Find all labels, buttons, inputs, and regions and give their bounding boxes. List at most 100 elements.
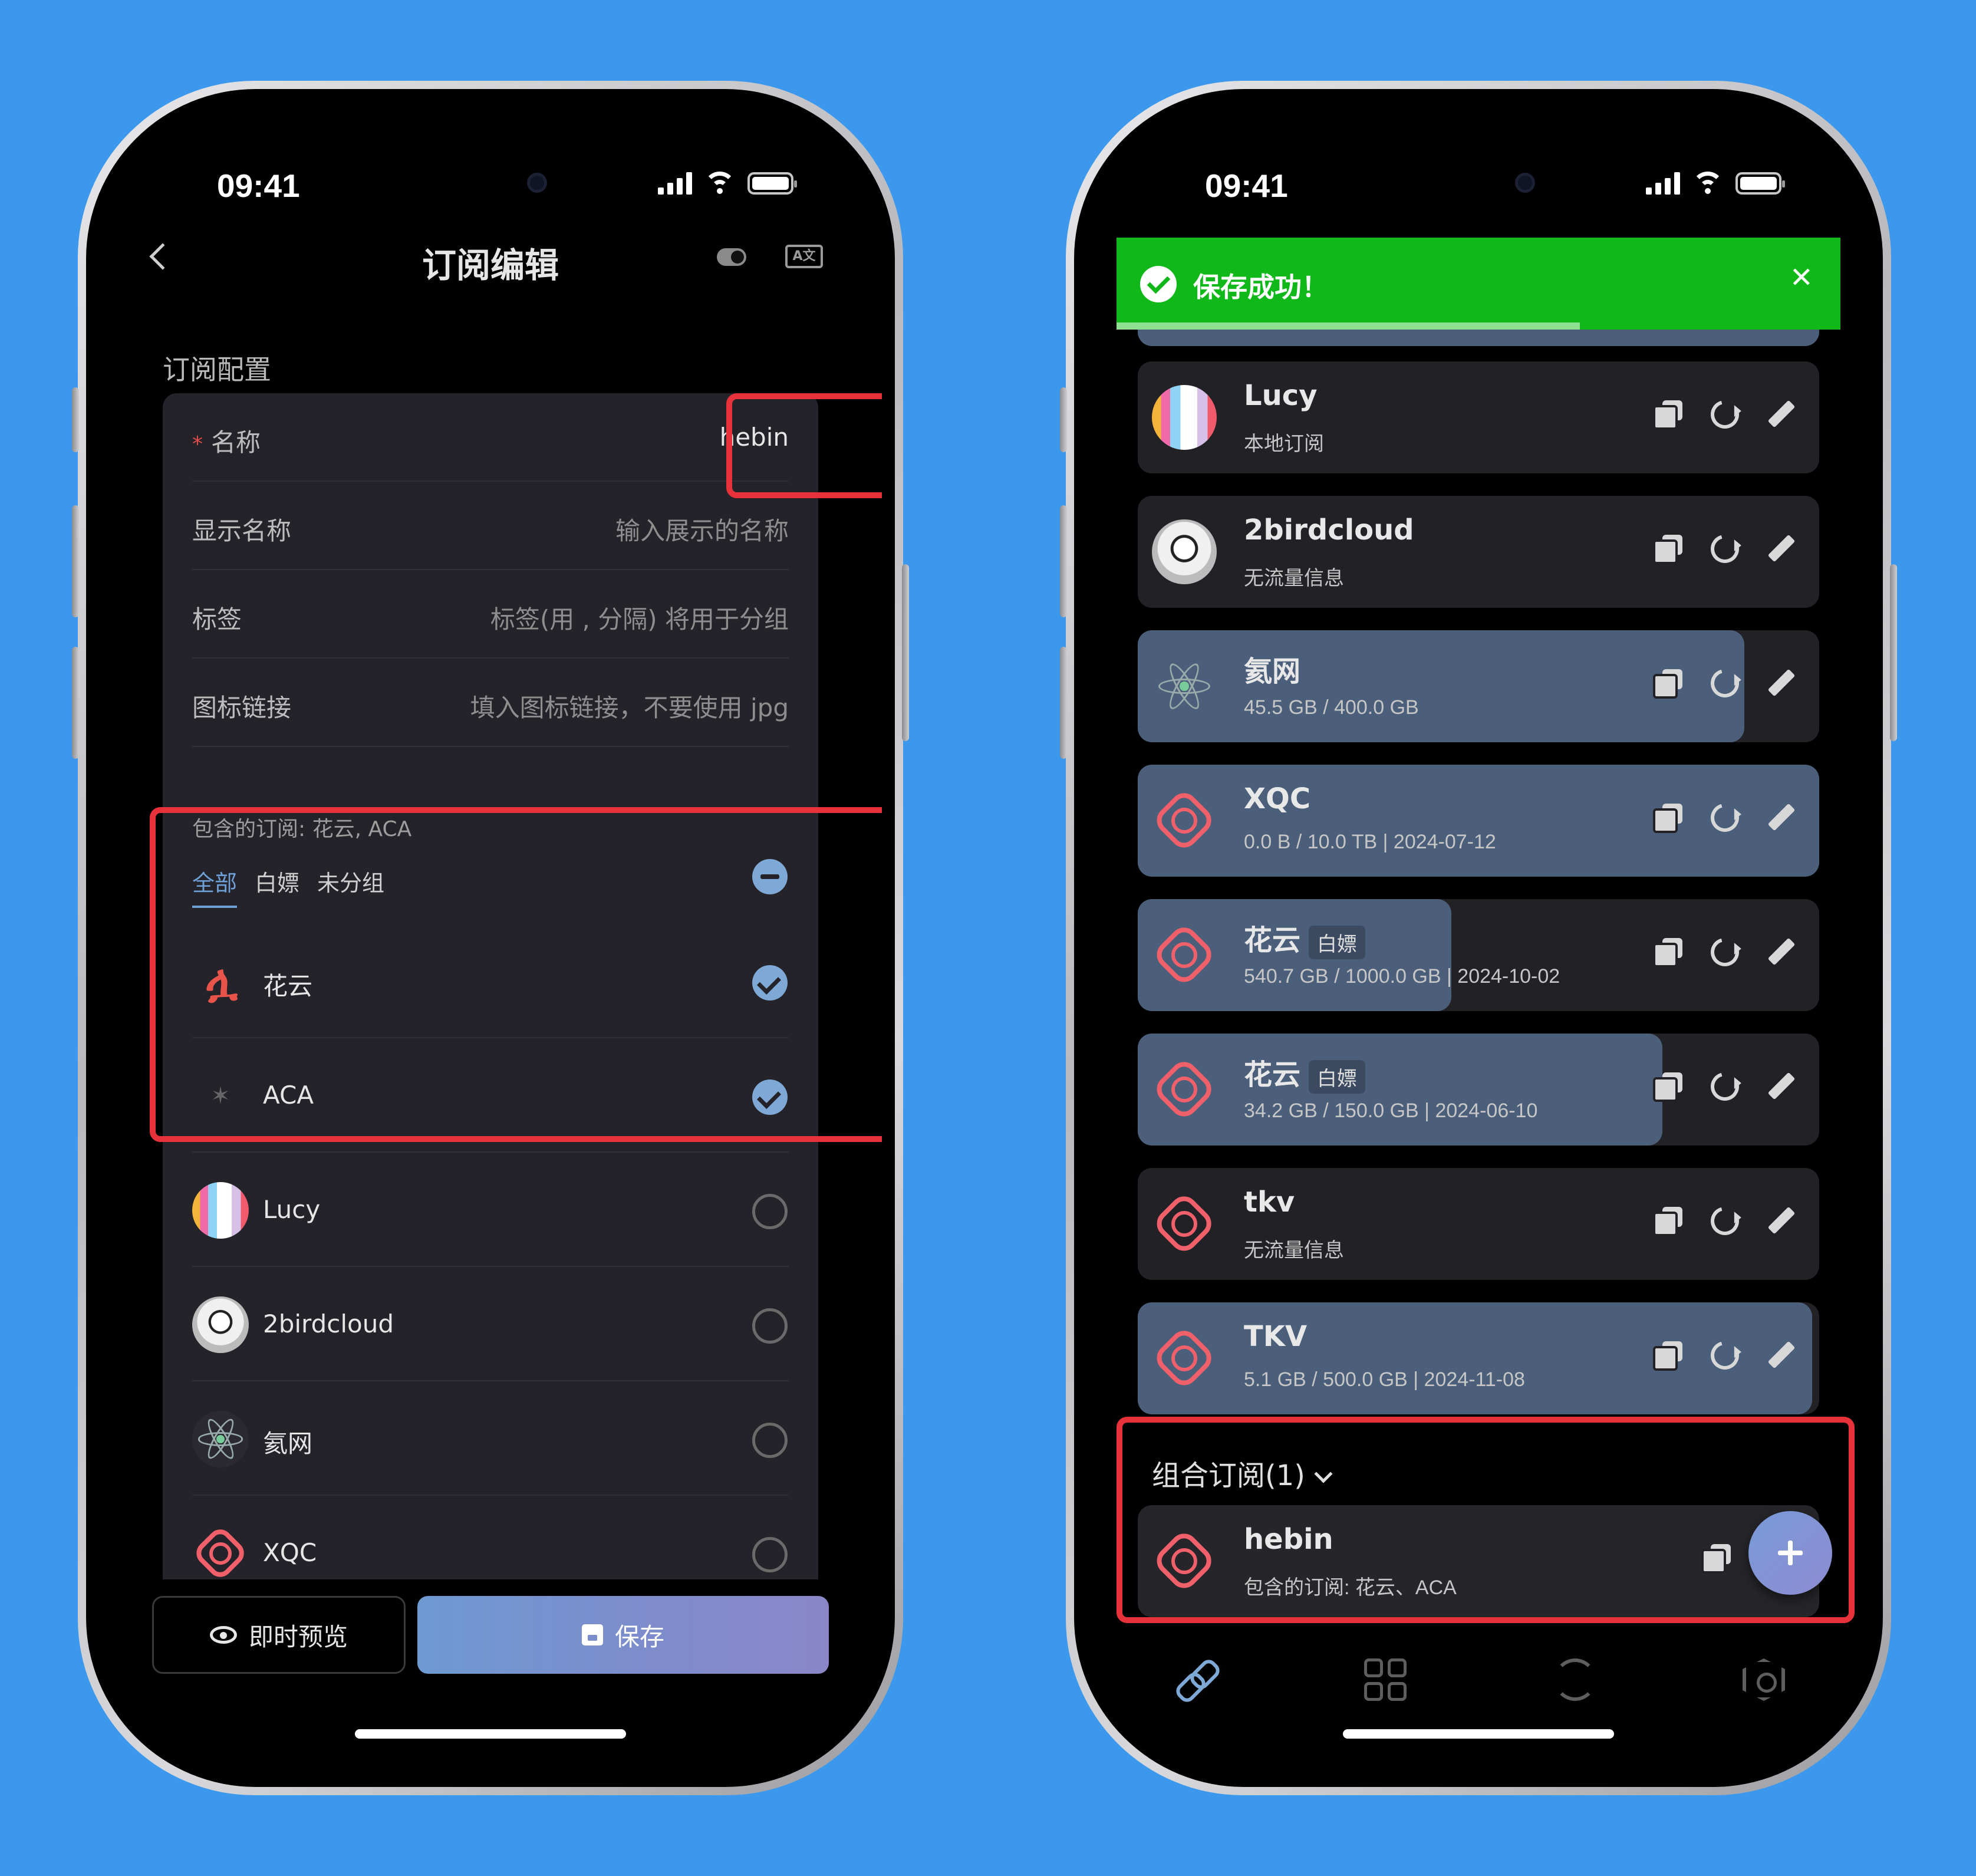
apps-grid-icon[interactable]: [1364, 1658, 1407, 1701]
2birdcloud-avatar-icon: [1152, 519, 1217, 584]
card-actions: [1653, 798, 1796, 837]
refresh-icon[interactable]: [1705, 798, 1744, 837]
refresh-icon[interactable]: [1705, 664, 1744, 703]
knot-icon: [1152, 788, 1217, 853]
copy-icon[interactable]: [1653, 535, 1682, 564]
link-icon[interactable]: [1175, 1658, 1218, 1701]
subscription-card[interactable]: TKV 5.1 GB / 500.0 GB | 2024-11-08: [1138, 1302, 1819, 1414]
dynamic-island: [1364, 152, 1600, 213]
edit-icon[interactable]: [1767, 669, 1796, 697]
sub-row-haiwang[interactable]: 氦网: [192, 1381, 789, 1496]
subscription-list-screen: 09:41 保存成功！ ✕ Lucy 本地订阅 2birdcloud 无流量信息…: [1087, 102, 1870, 1774]
card-actions: [1653, 664, 1796, 703]
mute-switch: [1060, 387, 1067, 452]
copy-icon[interactable]: [1653, 1341, 1682, 1371]
refresh-icon[interactable]: [1705, 395, 1744, 434]
tags-input[interactable]: 标签(用 , 分隔) 将用于分组: [490, 600, 789, 636]
sub-row-2birdcloud[interactable]: 2birdcloud: [192, 1267, 789, 1381]
icon-link-field[interactable]: 图标链接 填入图标链接，不要使用 jpg: [192, 659, 789, 747]
refresh-icon[interactable]: [1705, 1067, 1744, 1106]
edit-icon[interactable]: [1767, 1207, 1796, 1235]
copy-icon[interactable]: [1653, 804, 1682, 833]
atom-icon: [1152, 654, 1217, 719]
checkbox-unchecked[interactable]: [752, 1308, 788, 1344]
edit-icon[interactable]: [1767, 535, 1796, 563]
checkbox-unchecked[interactable]: [752, 1537, 788, 1572]
name-field[interactable]: * 名称 hebin: [192, 393, 789, 482]
preview-button[interactable]: 即时预览: [152, 1596, 406, 1674]
settings-icon[interactable]: [1743, 1658, 1785, 1701]
required-mark: *: [192, 432, 203, 456]
subscription-name: 花云: [1244, 924, 1301, 957]
subscription-info: 无流量信息: [1244, 1239, 1344, 1262]
subscription-card[interactable]: 2birdcloud 无流量信息: [1138, 496, 1819, 608]
subscription-card[interactable]: 花云 白嫖 540.7 GB / 1000.0 GB | 2024-10-02: [1138, 899, 1819, 1011]
subscription-tag: 白嫖: [1309, 925, 1366, 959]
preview-button-label: 即时预览: [248, 1622, 348, 1651]
power-button: [902, 564, 909, 741]
card-actions: [1653, 1336, 1796, 1375]
subscription-card[interactable]: XQC 0.0 B / 10.0 TB | 2024-07-12: [1138, 765, 1819, 877]
volume-down-button: [1060, 647, 1067, 759]
atom-icon: [192, 1411, 249, 1467]
copy-icon[interactable]: [1653, 938, 1682, 967]
included-highlight-box: [150, 807, 882, 1142]
bottom-tab-bar: [1087, 1647, 1870, 1717]
group-highlight-box: [1117, 1417, 1855, 1623]
checkbox-unchecked[interactable]: [752, 1194, 788, 1229]
icon-link-input[interactable]: 填入图标链接，不要使用 jpg: [470, 688, 789, 724]
add-fab-button[interactable]: [1748, 1511, 1832, 1595]
checkbox-unchecked[interactable]: [752, 1423, 788, 1458]
edit-icon[interactable]: [1767, 804, 1796, 832]
knot-icon: [1152, 923, 1217, 988]
knot-icon: [192, 1525, 249, 1582]
close-icon[interactable]: ✕: [1790, 261, 1813, 294]
icon-link-label: 图标链接: [192, 693, 292, 722]
wifi-icon: [1692, 172, 1724, 195]
subscription-card[interactable]: tkv 无流量信息: [1138, 1168, 1819, 1280]
subscription-card[interactable]: Lucy 本地订阅: [1138, 361, 1819, 473]
sub-row-lucy[interactable]: Lucy: [192, 1153, 789, 1267]
sync-icon[interactable]: [1554, 1658, 1596, 1701]
subscription-name: 氦网: [1244, 655, 1301, 688]
subscription-info: 5.1 GB / 500.0 GB | 2024-11-08: [1244, 1368, 1525, 1391]
card-actions: [1653, 1067, 1796, 1106]
tags-field[interactable]: 标签 标签(用 , 分隔) 将用于分组: [192, 570, 789, 659]
copy-icon[interactable]: [1653, 1207, 1682, 1236]
display-name-input[interactable]: 输入展示的名称: [615, 511, 789, 547]
toast-progress-bar: [1117, 322, 1580, 330]
page-title: 订阅编辑: [421, 245, 559, 285]
card-actions: [1653, 1202, 1796, 1240]
subscription-card[interactable]: 花云 白嫖 34.2 GB / 150.0 GB | 2024-06-10: [1138, 1034, 1819, 1146]
refresh-icon[interactable]: [1705, 933, 1744, 972]
refresh-icon[interactable]: [1705, 529, 1744, 568]
status-time: 09:41: [1205, 167, 1288, 204]
knot-icon: [1152, 1192, 1217, 1256]
edit-icon[interactable]: [1767, 1341, 1796, 1370]
volume-up-button: [72, 505, 79, 617]
edit-icon[interactable]: [1767, 400, 1796, 429]
card-actions: [1653, 395, 1796, 434]
translate-icon[interactable]: A文: [785, 245, 823, 268]
edit-icon[interactable]: [1767, 1072, 1796, 1101]
volume-down-button: [72, 647, 79, 759]
toast-message: 保存成功！: [1193, 271, 1329, 303]
phone-right: 09:41 保存成功！ ✕ Lucy 本地订阅 2birdcloud 无流量信息…: [1060, 81, 1897, 1795]
battery-icon: [747, 172, 797, 195]
card-actions: [1653, 529, 1796, 568]
save-button[interactable]: 保存: [417, 1596, 829, 1674]
eye-icon: [209, 1626, 237, 1644]
copy-icon[interactable]: [1653, 1072, 1682, 1102]
copy-icon[interactable]: [1653, 400, 1682, 430]
subscription-info: 540.7 GB / 1000.0 GB | 2024-10-02: [1244, 965, 1560, 988]
toggle-icon[interactable]: [717, 248, 746, 266]
edit-icon[interactable]: [1767, 938, 1796, 966]
subscription-card[interactable]: 氦网 45.5 GB / 400.0 GB: [1138, 630, 1819, 742]
power-button: [1890, 564, 1897, 741]
name-label: 名称: [211, 428, 261, 457]
refresh-icon[interactable]: [1705, 1336, 1744, 1375]
copy-icon[interactable]: [1653, 669, 1682, 699]
display-name-field[interactable]: 显示名称 输入展示的名称: [192, 482, 789, 570]
refresh-icon[interactable]: [1705, 1202, 1744, 1240]
status-bar: 09:41: [1087, 152, 1870, 214]
